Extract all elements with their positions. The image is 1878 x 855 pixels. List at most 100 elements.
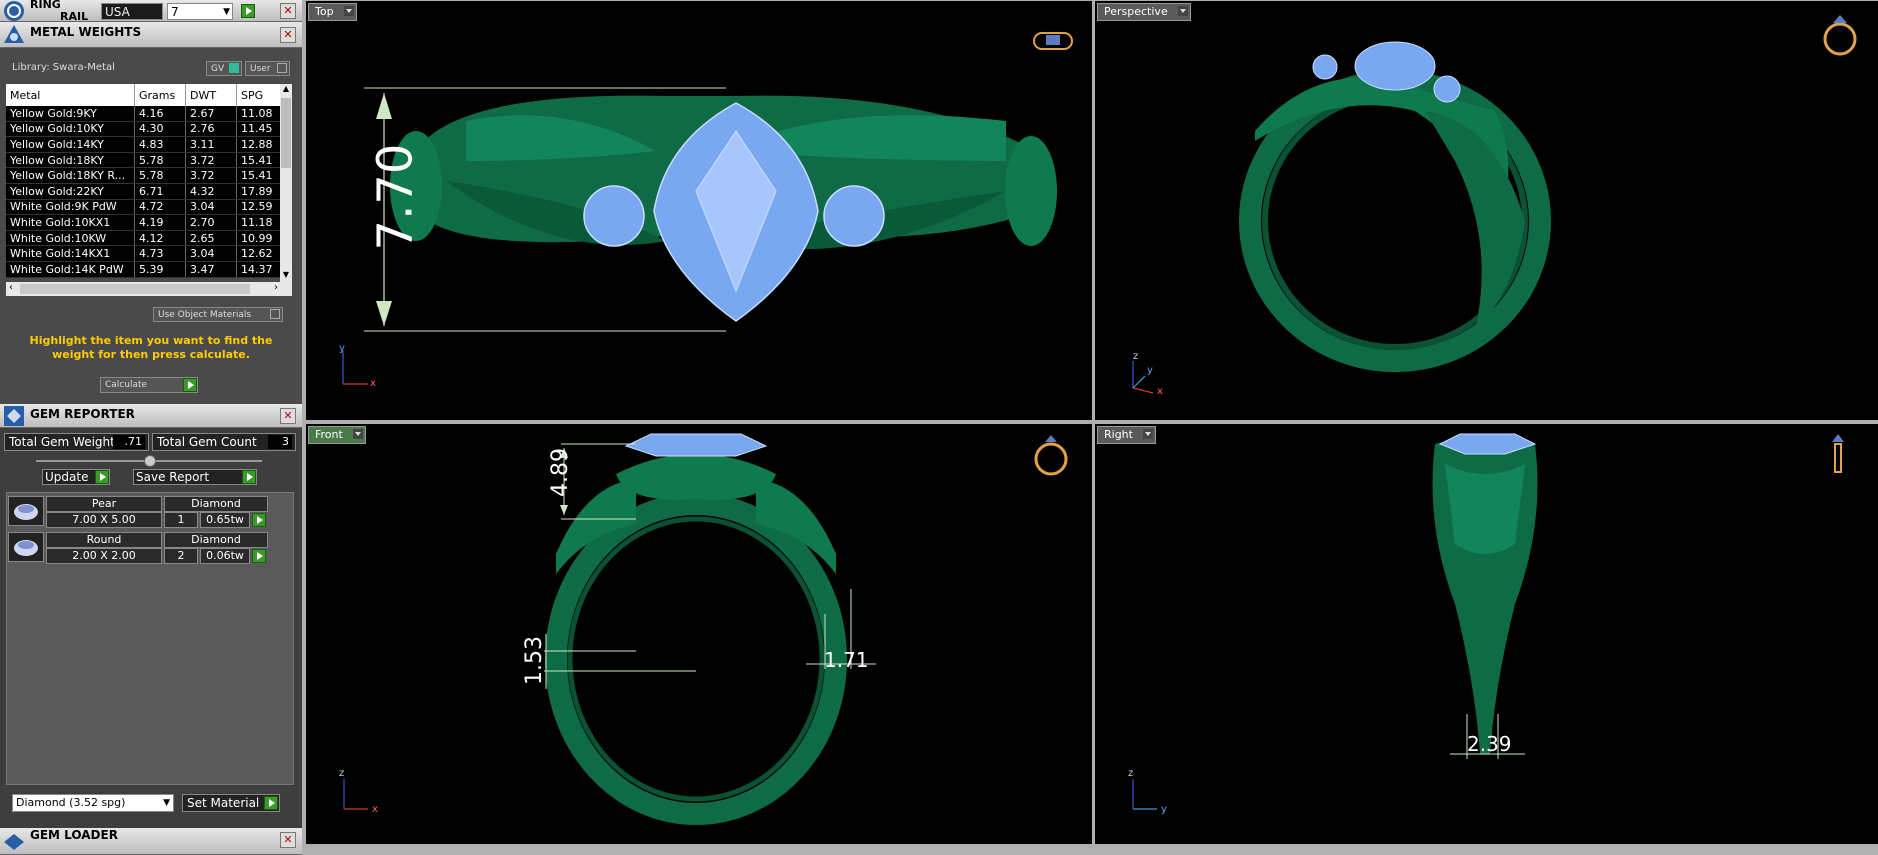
cell-metal: White Gold:9K PdW <box>6 199 135 216</box>
save-report-button[interactable]: Save Report <box>133 469 257 485</box>
total-gem-count-value: 3 <box>268 435 292 449</box>
y-axis-label: y <box>339 343 345 354</box>
calculate-go-icon[interactable] <box>183 378 197 392</box>
perspective-viewport[interactable]: Perspective z y x <box>1095 1 1878 420</box>
cell-dwt: 2.67 <box>185 106 237 122</box>
cell-dwt: 3.04 <box>185 199 237 216</box>
table-row[interactable]: Yellow Gold:9KY 4.16 2.67 11.08 <box>6 106 292 122</box>
top-viewport[interactable]: Top 7.70 y x <box>306 1 1092 420</box>
top-view-render <box>342 32 1073 385</box>
metal-table-horizontal-scrollbar[interactable]: ‹ › <box>6 282 292 296</box>
right-viewport[interactable]: Right 2.39 z y <box>1095 424 1878 844</box>
cell-metal: White Gold:10KW <box>6 230 135 247</box>
gv-label: GV <box>211 64 225 74</box>
user-checkbox-icon[interactable] <box>277 63 287 73</box>
gem-select-go-icon[interactable] <box>252 513 266 527</box>
x-axis-label: x <box>372 804 378 815</box>
gem-reporter-icon <box>4 406 24 426</box>
metal-table-vertical-scrollbar[interactable]: ▲ ▼ <box>280 84 292 282</box>
gem-loader-close-icon[interactable]: ✕ <box>280 832 296 848</box>
update-go-icon[interactable] <box>95 470 109 484</box>
cell-dwt: 3.47 <box>185 261 237 278</box>
column-header-grams[interactable]: Grams <box>134 84 186 106</box>
ring-size-value: 7 <box>171 5 179 19</box>
x-axis-label: x <box>370 378 376 389</box>
scroll-down-icon[interactable]: ▼ <box>281 270 291 282</box>
chevron-down-icon[interactable]: ▼ <box>163 795 170 811</box>
country-field[interactable]: USA <box>101 3 163 20</box>
ring-rail-bar: RING RAIL USA 7 ▼ ✕ <box>0 0 302 23</box>
front-viewport[interactable]: Front 4.89 1.53 1.71 z x <box>306 424 1092 844</box>
y-axis-label: y <box>1161 804 1167 815</box>
table-row[interactable]: White Gold:10KX1 4.19 2.70 11.18 <box>6 214 292 231</box>
front-right-dimension: 1.71 <box>824 648 869 672</box>
cell-metal: Yellow Gold:9KY <box>6 106 135 122</box>
metal-weights-close-icon[interactable]: ✕ <box>280 27 296 43</box>
gem-select-go-icon[interactable] <box>252 549 266 563</box>
gem-row-pear[interactable]: Pear Diamond 7.00 X 5.00 1 0.65tw <box>6 494 268 528</box>
scroll-left-icon[interactable]: ‹ <box>9 282 13 293</box>
use-object-materials-toggle[interactable]: Use Object Materials <box>153 307 283 322</box>
cell-grams: 4.19 <box>134 214 186 231</box>
ring-rail-close-icon[interactable]: ✕ <box>280 3 296 19</box>
column-header-dwt[interactable]: DWT <box>185 84 237 106</box>
table-row[interactable]: White Gold:14KX1 4.73 3.04 12.62 <box>6 245 292 262</box>
metal-weights-body: Yellow Gold:9KY 4.16 2.67 11.08 Yellow Gold:… <box>6 106 292 278</box>
table-row[interactable]: White Gold:10KW 4.12 2.65 10.99 <box>6 230 292 247</box>
table-row[interactable]: Yellow Gold:18KY R... 5.78 3.72 15.41 <box>6 167 292 184</box>
ring-rail-title-1: RING <box>30 0 61 11</box>
total-gem-count-label: Total Gem Count <box>157 435 257 449</box>
gem-qty: 1 <box>164 512 198 528</box>
table-row[interactable]: White Gold:14K PdW 5.39 3.47 14.37 <box>6 261 292 278</box>
round-gem-icon <box>14 540 38 556</box>
column-header-metal[interactable]: Metal <box>6 84 135 106</box>
pear-gem-thumbnail <box>8 496 44 526</box>
cell-grams: 5.78 <box>134 167 186 184</box>
front-bottom-dimension: 1.53 <box>521 636 547 685</box>
material-select[interactable]: Diamond (3.52 spg) ▼ <box>12 794 174 812</box>
gem-loader-icon <box>4 834 24 850</box>
table-row[interactable]: Yellow Gold:10KY 4.30 2.76 11.45 <box>6 121 292 138</box>
library-label: Library: Swara-Metal <box>12 62 115 73</box>
ring-size-go-button[interactable] <box>241 4 255 18</box>
top-height-dimension: 7.70 <box>367 143 424 251</box>
use-object-materials-checkbox[interactable] <box>270 309 280 319</box>
user-label: User <box>250 64 271 74</box>
cell-dwt: 2.65 <box>185 230 237 247</box>
ring-size-select[interactable]: 7 ▼ <box>167 3 233 20</box>
x-axis-label: x <box>1157 386 1163 397</box>
table-row[interactable]: Yellow Gold:14KY 4.83 3.11 12.88 <box>6 136 292 153</box>
user-toggle[interactable]: User <box>245 61 290 76</box>
use-object-materials-label: Use Object Materials <box>158 310 252 320</box>
set-material-go-icon[interactable] <box>264 796 278 810</box>
table-row[interactable]: Yellow Gold:22KY 6.71 4.32 17.89 <box>6 183 292 200</box>
table-row[interactable]: Yellow Gold:18KY 5.78 3.72 15.41 <box>6 152 292 169</box>
right-view-render <box>1132 433 1844 810</box>
y-axis-label: y <box>1147 365 1153 376</box>
report-slider-handle[interactable] <box>144 455 156 467</box>
cell-grams: 6.71 <box>134 183 186 200</box>
save-report-label: Save Report <box>136 470 210 484</box>
perspective-view-render <box>1132 15 1857 394</box>
gem-tw: 0.65tw <box>200 512 250 528</box>
material-select-value: Diamond (3.52 spg) <box>16 796 126 809</box>
save-report-go-icon[interactable] <box>242 470 256 484</box>
gem-row-round[interactable]: Round Diamond 2.00 X 2.00 2 0.06tw <box>6 530 268 564</box>
horizontal-scroll-thumb[interactable] <box>20 284 250 294</box>
cell-metal: White Gold:14KX1 <box>6 245 135 262</box>
scroll-up-icon[interactable]: ▲ <box>281 84 291 96</box>
table-row[interactable]: White Gold:9K PdW 4.72 3.04 12.59 <box>6 199 292 216</box>
gv-checkbox-icon[interactable] <box>229 63 239 73</box>
cell-grams: 5.39 <box>134 261 186 278</box>
scroll-thumb[interactable] <box>281 98 291 168</box>
gem-reporter-bar: GEM REPORTER ✕ <box>0 404 302 428</box>
scroll-right-icon[interactable]: › <box>274 282 278 293</box>
cell-metal: Yellow Gold:10KY <box>6 121 135 138</box>
chevron-down-icon[interactable]: ▼ <box>223 4 230 20</box>
gem-shape: Pear <box>46 496 162 512</box>
cell-metal: White Gold:14K PdW <box>6 261 135 278</box>
gv-toggle[interactable]: GV <box>206 61 242 76</box>
cell-dwt: 2.76 <box>185 121 237 138</box>
gem-qty: 2 <box>164 548 198 564</box>
gem-reporter-close-icon[interactable]: ✕ <box>280 408 296 424</box>
